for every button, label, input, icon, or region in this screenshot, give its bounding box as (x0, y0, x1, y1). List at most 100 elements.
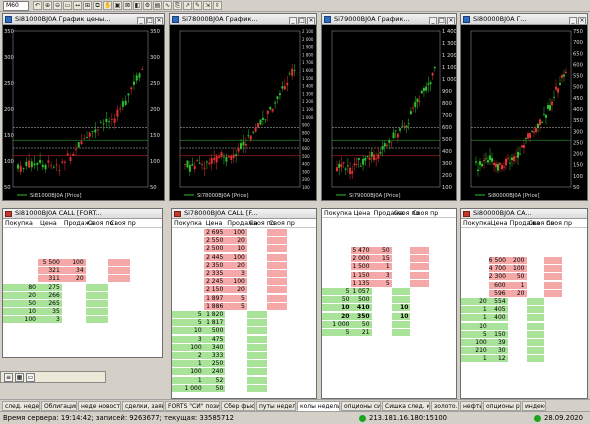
ask-qty-cell[interactable]: 100 (61, 259, 86, 266)
ask-qty-cell[interactable]: 20 (225, 237, 247, 245)
own-bid-cell[interactable] (527, 273, 545, 280)
own-ask-cell[interactable] (267, 278, 288, 286)
own-ask-cell[interactable] (267, 229, 288, 236)
depth-row[interactable]: 20 350 10 (322, 312, 456, 320)
own-ask-cell[interactable] (267, 294, 288, 302)
own-bid-cell[interactable] (246, 352, 268, 359)
depth-row[interactable]: 50 500 (322, 296, 456, 304)
own-ask-cell[interactable] (267, 377, 287, 384)
ask-qty-cell[interactable]: 100 (225, 229, 247, 236)
toolbar-button[interactable]: ⊠ (123, 1, 132, 10)
own-bid-cell[interactable] (526, 339, 545, 346)
depth-row[interactable]: 5 500 100 (3, 259, 162, 266)
workspace-tab[interactable]: опционы сишка (341, 401, 381, 411)
toolbar-button[interactable]: ▣ (113, 1, 122, 10)
bid-qty-cell[interactable] (172, 254, 204, 261)
own-ask-cell[interactable] (267, 270, 288, 277)
ask-qty-cell[interactable]: 15 (371, 255, 392, 263)
own-ask-cell[interactable] (267, 237, 288, 245)
depth-row[interactable]: 2 350 20 (172, 261, 316, 269)
depth-row[interactable]: 2 300 50 (461, 273, 587, 281)
price-cell[interactable]: 405 (488, 306, 508, 314)
ask-qty-cell[interactable] (372, 329, 392, 336)
ask-qty-cell[interactable]: 1 (371, 263, 392, 271)
column-header[interactable]: Своя пр (110, 219, 136, 227)
depth-window-si80000[interactable]: Si80000BJ0A CA... Покупка Цена Продажа Своя… (460, 208, 588, 399)
price-cell[interactable]: 596 (488, 289, 508, 297)
own-ask-cell[interactable] (267, 286, 288, 294)
bid-qty-cell[interactable] (3, 275, 38, 282)
close-button[interactable]: × (155, 17, 163, 24)
own-ask-cell[interactable] (410, 313, 429, 320)
own-ask-cell[interactable] (108, 300, 130, 307)
minimize-button[interactable]: _ (569, 17, 577, 24)
bid-qty-cell[interactable] (461, 273, 489, 280)
depth-window-si78000[interactable]: Si78000BJ0A CALL [F... Покупка Цена Продаж… (171, 208, 317, 399)
bid-qty-cell[interactable]: 50 (3, 300, 38, 307)
ask-qty-cell[interactable] (62, 300, 86, 307)
own-bid-cell[interactable] (247, 286, 267, 293)
own-ask-cell[interactable] (107, 267, 131, 275)
minimize-button[interactable]: _ (429, 17, 437, 24)
ask-qty-cell[interactable] (372, 321, 392, 328)
bid-qty-cell[interactable] (172, 262, 204, 269)
ask-qty-cell[interactable] (508, 339, 527, 346)
own-bid-cell[interactable] (247, 245, 267, 252)
own-ask-cell[interactable] (410, 296, 429, 303)
own-bid-cell[interactable] (247, 270, 267, 277)
bid-qty-cell[interactable]: 10 (172, 327, 204, 335)
ask-qty-cell[interactable] (225, 311, 247, 318)
depth-row[interactable]: 2 335 3 (172, 270, 316, 277)
own-bid-cell[interactable] (246, 384, 268, 392)
workspace-tab[interactable]: нефть (460, 401, 482, 411)
bid-qty-cell[interactable] (322, 280, 351, 287)
price-cell[interactable]: 500 (203, 327, 226, 335)
own-bid-cell[interactable] (526, 347, 545, 355)
bid-qty-cell[interactable]: 10 (322, 304, 352, 312)
ask-qty-cell[interactable]: 5 (225, 294, 247, 302)
price-cell[interactable]: 311 (37, 275, 62, 283)
own-ask-cell[interactable] (410, 271, 430, 279)
price-chart[interactable]: 2 100 2 000 1 900 1 800 1 700 1 600 1 500 1 400… (170, 25, 316, 200)
bid-qty-cell[interactable]: 10 (461, 322, 489, 330)
own-ask-cell[interactable] (544, 331, 562, 338)
own-bid-cell[interactable] (526, 322, 545, 330)
ask-qty-cell[interactable]: 100 (225, 253, 247, 261)
workspace-tab[interactable]: FORTS "СИ" позици... (165, 401, 220, 411)
column-header[interactable]: Своя пр (412, 209, 438, 217)
ask-qty-cell[interactable] (62, 316, 86, 323)
workspace-tab[interactable]: индекс (522, 401, 546, 411)
ask-qty-cell[interactable]: 3 (371, 271, 392, 279)
depth-row[interactable]: 2 000 15 (322, 255, 456, 263)
price-cell[interactable]: 21 (351, 329, 372, 336)
ask-qty-cell[interactable] (225, 360, 247, 367)
price-cell[interactable]: 39 (488, 339, 508, 346)
depth-row[interactable]: 4 700 100 (461, 265, 587, 273)
column-header[interactable]: Покупка (463, 219, 491, 227)
bid-qty-cell[interactable]: 5 (322, 329, 352, 336)
list-icon[interactable]: ≡ (4, 373, 13, 382)
price-cell[interactable]: 6 500 (488, 257, 508, 264)
depth-row[interactable]: 600 1 (461, 281, 587, 289)
own-ask-cell[interactable] (544, 323, 562, 330)
depth-row[interactable]: 1 000 50 (172, 384, 316, 392)
own-bid-cell[interactable] (247, 262, 267, 269)
price-cell[interactable]: 250 (203, 360, 226, 368)
own-ask-cell[interactable] (267, 302, 288, 310)
bid-qty-cell[interactable] (461, 257, 489, 264)
ask-qty-cell[interactable] (508, 355, 527, 362)
ask-qty-cell[interactable]: 100 (225, 278, 247, 286)
bid-qty-cell[interactable] (461, 290, 489, 297)
own-ask-cell[interactable] (544, 265, 562, 273)
ask-qty-cell[interactable]: 50 (507, 273, 527, 281)
price-cell[interactable]: 350 (351, 312, 372, 320)
own-bid-cell[interactable] (247, 229, 267, 236)
own-ask-cell[interactable] (108, 316, 130, 323)
chart-window-si80000[interactable]: Si80000BJ0A Г... _ × 750 700 650 600 550 500 45… (460, 13, 588, 201)
bid-qty-cell[interactable]: 1 (461, 314, 489, 322)
own-bid-cell[interactable] (246, 319, 268, 327)
own-bid-cell[interactable] (86, 259, 108, 266)
ask-qty-cell[interactable] (508, 347, 527, 354)
bid-qty-cell[interactable]: 210 (461, 347, 489, 355)
toolbar-button[interactable]: ◧ (133, 1, 142, 10)
